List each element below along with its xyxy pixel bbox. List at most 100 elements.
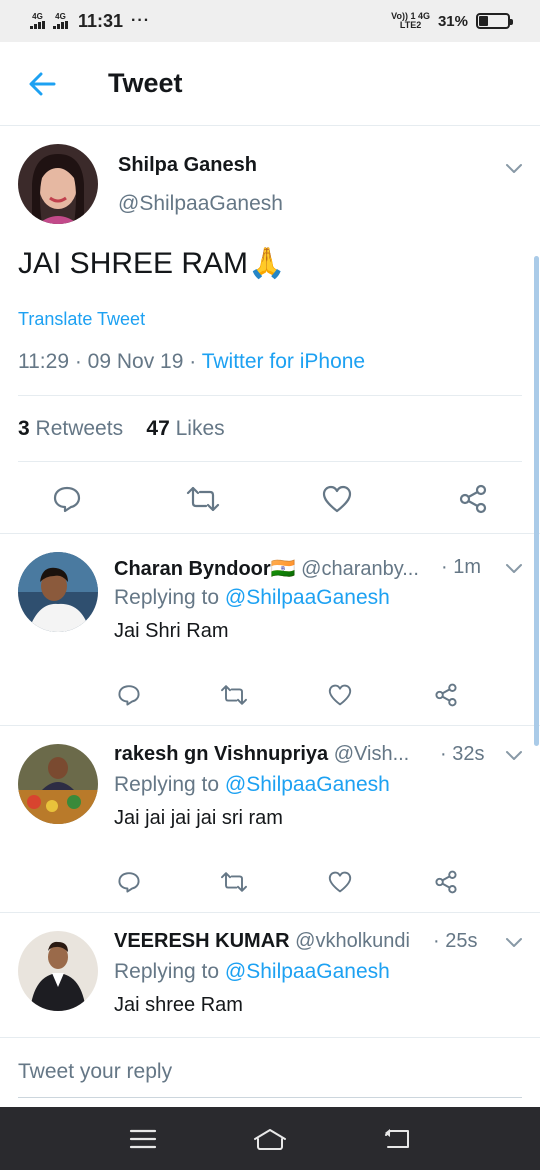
network-bottom: LTE2 <box>399 20 422 30</box>
reply-header: Charan Byndoor🇮🇳 @charanby... <box>114 556 496 581</box>
reply-header: rakesh gn Vishnupriya @Vish... <box>114 743 434 766</box>
reply-icon <box>118 685 140 706</box>
menu-icon <box>130 1129 157 1148</box>
network-indicator: Vo)) 1 4G LTE2 <box>391 12 430 30</box>
tweet-metadata: 11:29 · 09 Nov 19 · Twitter for iPhone <box>18 350 365 374</box>
tweet-text: JAI SHREE RAM🙏 <box>18 246 285 281</box>
signal-type-2: 4G <box>55 12 66 21</box>
status-bar: 4G 4G 11:31 ··· Vo)) 1 4G LTE2 31% <box>0 0 540 42</box>
like-button[interactable] <box>325 867 355 897</box>
tweet-stats: 3 Retweets 47 Likes <box>18 417 225 441</box>
chevron-down-icon[interactable] <box>504 745 524 765</box>
status-bar-left: 4G 4G 11:31 ··· <box>30 11 150 32</box>
reply-item[interactable]: VEERESH KUMAR @vkholkundi · 25s Replying… <box>0 913 540 1038</box>
back-icon <box>384 1128 409 1148</box>
reply-button[interactable] <box>114 680 144 710</box>
reply-input[interactable] <box>18 1056 522 1084</box>
chevron-down-icon[interactable] <box>504 932 524 952</box>
nav-menu-button[interactable] <box>113 1114 173 1164</box>
battery-fill <box>479 16 488 26</box>
share-icon <box>459 484 487 514</box>
retweet-icon <box>221 685 247 705</box>
india-flag-emoji: 🇮🇳 <box>270 558 296 580</box>
reply-composer <box>18 1056 522 1098</box>
replying-to-mention[interactable]: @ShilpaaGanesh <box>225 960 390 983</box>
reply-text: Jai Shri Ram <box>114 620 229 642</box>
reply-button[interactable] <box>114 867 144 897</box>
like-button[interactable] <box>325 680 355 710</box>
tweet-text-content: JAI SHREE RAM <box>18 247 249 280</box>
reply-item[interactable]: rakesh gn Vishnupriya @Vish... · 32s Rep… <box>0 726 540 913</box>
reply-time: · 1m <box>441 556 481 578</box>
heart-icon <box>328 871 352 893</box>
likes-stat[interactable]: 47 Likes <box>146 417 224 440</box>
retweet-button[interactable] <box>219 867 249 897</box>
reply-text: Jai jai jai jai sri ram <box>114 807 283 829</box>
status-more-dots: ··· <box>131 12 151 29</box>
nav-back-button[interactable] <box>367 1114 427 1164</box>
back-button[interactable] <box>0 42 84 126</box>
replying-to: Replying to @ShilpaaGanesh <box>114 960 390 984</box>
reply-author-handle[interactable]: @Vish... <box>334 743 410 765</box>
separator: · <box>74 350 88 373</box>
share-icon <box>435 683 457 707</box>
translate-tweet-link[interactable]: Translate Tweet <box>18 309 145 330</box>
reply-author-name[interactable]: Charan Byndoor <box>114 558 271 580</box>
replying-to-mention[interactable]: @ShilpaaGanesh <box>225 586 390 609</box>
divider <box>18 461 522 462</box>
author-avatar[interactable] <box>18 144 98 224</box>
system-navigation-bar <box>0 1107 540 1170</box>
reply-author-name[interactable]: VEERESH KUMAR <box>114 930 290 952</box>
status-time: 11:31 <box>78 10 124 31</box>
likes-count: 47 <box>146 417 170 440</box>
reply-author-handle[interactable]: @vkholkundi <box>295 930 410 952</box>
likes-label: Likes <box>175 417 225 440</box>
heart-icon <box>322 485 352 513</box>
reply-item[interactable]: Charan Byndoor🇮🇳 @charanby... · 1m Reply… <box>0 534 540 726</box>
tweet-author-row: Shilpa Ganesh @ShilpaaGanesh <box>0 126 540 226</box>
reply-avatar[interactable] <box>18 552 98 632</box>
reply-avatar[interactable] <box>18 931 98 1011</box>
reply-author-handle[interactable]: @charanby... <box>301 558 419 580</box>
reply-header: VEERESH KUMAR @vkholkundi <box>114 930 444 953</box>
reply-author-name[interactable]: rakesh gn Vishnupriya <box>114 743 328 765</box>
chevron-down-icon[interactable] <box>504 558 524 578</box>
author-name[interactable]: Shilpa Ganesh <box>118 154 257 177</box>
replying-to-mention[interactable]: @ShilpaaGanesh <box>225 773 390 796</box>
retweet-button[interactable] <box>180 476 226 522</box>
like-button[interactable] <box>314 476 360 522</box>
signal-indicator-1: 4G <box>30 13 45 29</box>
retweets-stat[interactable]: 3 Retweets <box>18 417 123 440</box>
author-handle[interactable]: @ShilpaaGanesh <box>118 192 283 216</box>
reply-time: · 25s <box>433 930 478 952</box>
signal-type-1: 4G <box>32 12 43 21</box>
tweet-actions <box>0 476 540 534</box>
home-icon <box>253 1128 286 1150</box>
replying-to: Replying to @ShilpaaGanesh <box>114 773 390 797</box>
top-app-bar: Tweet <box>0 42 540 126</box>
tweet-source-link[interactable]: Twitter for iPhone <box>202 350 365 373</box>
divider <box>18 395 522 396</box>
reply-time: · 32s <box>440 743 485 765</box>
tweet-date: 09 Nov 19 <box>87 350 184 373</box>
replying-to-prefix: Replying to <box>114 960 220 983</box>
reply-icon <box>118 872 140 893</box>
replying-to-prefix: Replying to <box>114 773 220 796</box>
separator: · <box>189 350 202 373</box>
reply-avatar[interactable] <box>18 744 98 824</box>
reply-text: Jai shree Ram <box>114 994 243 1016</box>
scrollbar[interactable] <box>534 256 539 746</box>
signal-bars-icon <box>53 21 68 29</box>
share-icon <box>435 870 457 894</box>
retweet-button[interactable] <box>219 680 249 710</box>
tweet-time: 11:29 <box>18 350 69 373</box>
share-button[interactable] <box>450 476 496 522</box>
battery-percent: 31% <box>437 12 468 30</box>
share-button[interactable] <box>431 680 461 710</box>
retweets-count: 3 <box>18 417 30 440</box>
share-button[interactable] <box>431 867 461 897</box>
chevron-down-icon[interactable] <box>504 158 524 178</box>
reply-button[interactable] <box>44 476 90 522</box>
signal-bars-icon <box>30 21 45 29</box>
nav-home-button[interactable] <box>240 1114 300 1164</box>
